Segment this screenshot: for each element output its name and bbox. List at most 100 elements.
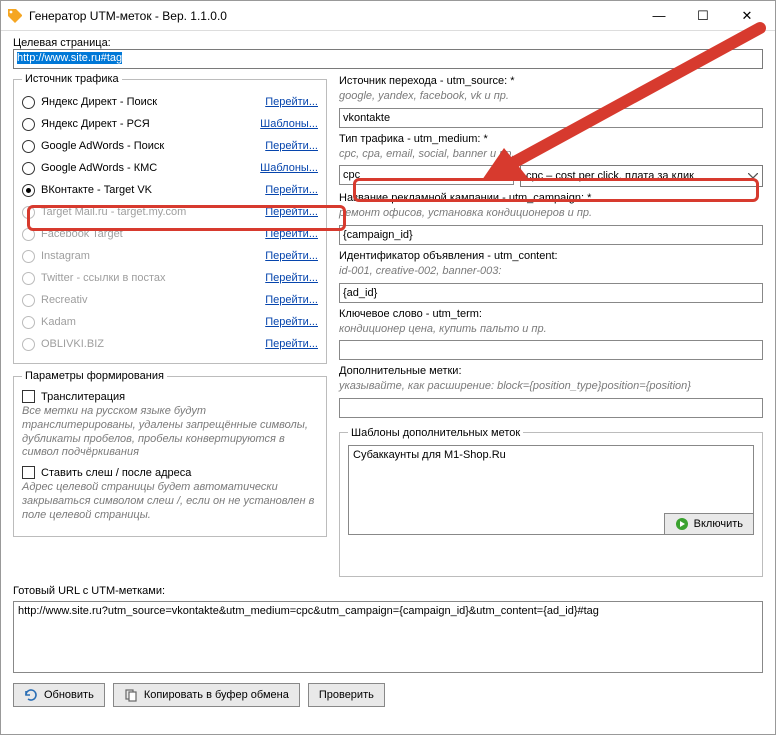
source-action-link[interactable]: Шаблоны... [260,118,318,130]
source-option[interactable]: Google AdWords - КМС [22,162,260,175]
source-label-text: Twitter - ссылки в постах [41,272,166,284]
utm-source-hint: google, yandex, facebook, vk и пр. [339,90,763,103]
utm-medium-input[interactable] [339,165,514,185]
check-button[interactable]: Проверить [308,683,385,707]
translit-label: Транслитерация [41,391,125,403]
target-label: Целевая страница: [13,37,111,49]
utm-term-hint: кондиционер цена, купить пальто и пр. [339,323,763,336]
utm-campaign-input[interactable] [339,225,763,245]
source-action-link[interactable]: Шаблоны... [260,162,318,174]
utm-content-label: Идентификатор объявления - utm_content: [339,250,763,262]
source-action-link[interactable]: Перейти... [265,250,318,262]
utm-term-input[interactable] [339,340,763,360]
template-item[interactable]: Субаккаунты для M1-Shop.Ru [353,449,749,461]
source-radio [22,272,35,285]
copy-button[interactable]: Копировать в буфер обмена [113,683,300,707]
source-label-text: ВКонтакте - Target VK [41,184,152,196]
sources-legend: Источник трафика [22,73,122,85]
enable-template-button[interactable]: Включить [664,513,754,535]
source-action-link[interactable]: Перейти... [265,338,318,350]
source-radio[interactable] [22,162,35,175]
source-row: Target Mail.ru - target.my.com Перейти... [22,201,318,223]
translit-hint: Все метки на русском языке будут трансли… [22,405,318,460]
utm-extra-label: Дополнительные метки: [339,365,763,377]
result-output[interactable] [13,601,763,673]
source-row: Instagram Перейти... [22,245,318,267]
templates-legend: Шаблоны дополнительных меток [348,427,523,439]
source-option: Instagram [22,250,265,263]
utm-source-input[interactable] [339,108,763,128]
source-option[interactable]: ВКонтакте - Target VK [22,184,265,197]
utm-content-input[interactable] [339,283,763,303]
refresh-icon [24,688,38,702]
source-label-text: Recreativ [41,294,87,306]
maximize-button[interactable]: ☐ [681,1,725,30]
app-window: Генератор UTM-меток - Вер. 1.1.0.0 — ☐ ✕… [0,0,776,735]
target-row: Целевая страница: http://www.site.ru#tag [13,37,763,69]
target-input[interactable]: http://www.site.ru#tag [13,49,763,69]
source-row: Яндекс Директ - РСЯШаблоны... [22,113,318,135]
source-action-link[interactable]: Перейти... [265,140,318,152]
source-radio [22,338,35,351]
titlebar: Генератор UTM-меток - Вер. 1.1.0.0 — ☐ ✕ [1,1,775,31]
utm-content-hint: id-001, creative-002, banner-003: [339,265,763,278]
source-label-text: Kadam [41,316,76,328]
source-option: Facebook Target [22,228,265,241]
utm-source-label: Источник перехода - utm_source: * [339,75,763,87]
utm-medium-label: Тип трафика - utm_medium: * [339,133,763,145]
source-action-link[interactable]: Перейти... [265,272,318,284]
utm-medium-selected: cpc – cost per click, плата за клик [526,170,694,182]
slash-label: Ставить слеш / после адреса [41,467,191,479]
slash-checkbox[interactable] [22,466,35,479]
refresh-button[interactable]: Обновить [13,683,105,707]
source-action-link[interactable]: Перейти... [265,96,318,108]
source-row: Facebook Target Перейти... [22,223,318,245]
source-label-text: Instagram [41,250,90,262]
source-radio[interactable] [22,118,35,131]
source-option: Target Mail.ru - target.my.com [22,206,265,219]
source-label-text: Google AdWords - Поиск [41,140,164,152]
source-row: Recreativ Перейти... [22,289,318,311]
source-label-text: Target Mail.ru - target.my.com [41,206,186,218]
utm-term-label: Ключевое слово - utm_term: [339,308,763,320]
source-option: Recreativ [22,294,265,307]
source-option[interactable]: Яндекс Директ - РСЯ [22,118,260,131]
source-radio[interactable] [22,184,35,197]
close-button[interactable]: ✕ [725,1,769,30]
source-option[interactable]: Яндекс Директ - Поиск [22,96,265,109]
utm-campaign-hint: ремонт офисов, установка кондиционеров и… [339,207,763,220]
source-row: OBLIVKI.BIZПерейти... [22,333,318,355]
source-action-link[interactable]: Перейти... [265,316,318,328]
source-action-link[interactable]: Перейти... [265,184,318,196]
source-radio[interactable] [22,140,35,153]
source-option[interactable]: Google AdWords - Поиск [22,140,265,153]
translit-checkbox[interactable] [22,390,35,403]
source-row: ВКонтакте - Target VK Перейти... [22,179,318,201]
templates-fieldset: Шаблоны дополнительных меток Субаккаунты… [339,427,763,577]
source-row: Google AdWords - Поиск Перейти... [22,135,318,157]
source-radio [22,228,35,241]
source-radio[interactable] [22,96,35,109]
source-row: Twitter - ссылки в постах Перейти... [22,267,318,289]
source-action-link[interactable]: Перейти... [265,228,318,240]
utm-extra-hint: указывайте, как расширение: block={posit… [339,380,763,393]
utm-campaign-label: Название рекламной кампании - utm_campai… [339,192,763,204]
utm-extra-input[interactable] [339,398,763,418]
app-icon [7,8,23,24]
result-label: Готовый URL с UTM-метками: [13,585,763,597]
source-action-link[interactable]: Перейти... [265,206,318,218]
utm-medium-hint: cpc, cpa, email, social, banner и пр. [339,148,763,161]
sources-fieldset: Источник трафика Яндекс Директ - Поиск Пе… [13,73,327,364]
utm-medium-select[interactable]: cpc – cost per click, плата за клик [520,165,763,187]
source-label-text: Facebook Target [41,228,123,240]
source-row: Яндекс Директ - Поиск Перейти... [22,91,318,113]
minimize-button[interactable]: — [637,1,681,30]
params-fieldset: Параметры формирования Транслитерация Вс… [13,370,327,537]
source-label-text: Google AdWords - КМС [41,162,157,174]
source-radio [22,250,35,263]
source-label-text: Яндекс Директ - Поиск [41,96,157,108]
source-option: Twitter - ссылки в постах [22,272,265,285]
source-radio [22,206,35,219]
copy-icon [124,688,138,702]
source-action-link[interactable]: Перейти... [265,294,318,306]
